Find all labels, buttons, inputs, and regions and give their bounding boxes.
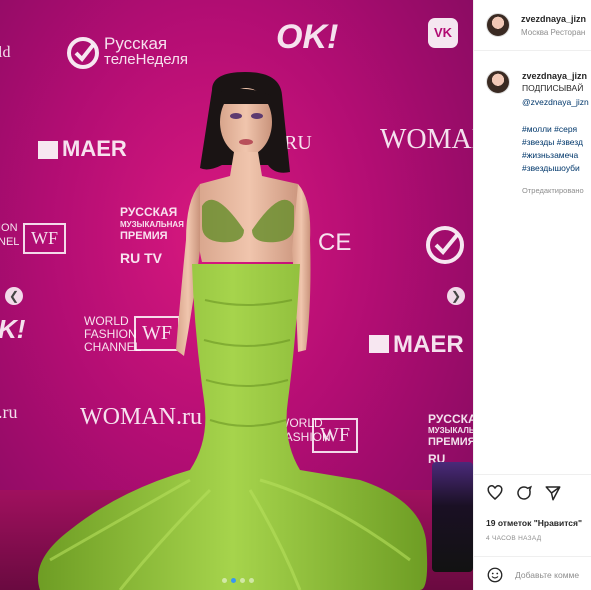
emoji-icon[interactable] bbox=[486, 566, 504, 584]
actions-divider bbox=[474, 474, 591, 475]
carousel-dot bbox=[222, 578, 227, 583]
comment-divider bbox=[474, 556, 591, 557]
prev-photo-button[interactable]: ❮ bbox=[5, 287, 23, 305]
comment-icon[interactable] bbox=[515, 484, 533, 502]
hashtag-line-4[interactable]: #звездышоуби bbox=[522, 163, 580, 173]
caption-text: ПОДПИСЫВАЙ bbox=[522, 83, 584, 93]
heart-icon[interactable] bbox=[486, 484, 504, 502]
header-location[interactable]: Москва Ресторан bbox=[521, 28, 585, 37]
post-side-panel: zvezdnaya_jizn Москва Ресторан zvezdnaya… bbox=[473, 0, 591, 590]
header-username[interactable]: zvezdnaya_jizn bbox=[521, 14, 586, 24]
chevron-right-icon: ❯ bbox=[450, 289, 462, 303]
hashtag-line-2[interactable]: #звезды #звезд bbox=[522, 137, 583, 147]
caption-username[interactable]: zvezdnaya_jizn bbox=[522, 71, 587, 81]
share-icon[interactable] bbox=[544, 484, 562, 502]
carousel-indicator bbox=[222, 578, 254, 583]
chevron-left-icon: ❮ bbox=[8, 289, 20, 303]
carousel-dot bbox=[240, 578, 245, 583]
caption-avatar[interactable] bbox=[486, 70, 510, 94]
carousel-dot bbox=[249, 578, 254, 583]
likes-count[interactable]: 19 отметок "Нравится" bbox=[486, 518, 582, 528]
post-header: zvezdnaya_jizn Москва Ресторан bbox=[474, 0, 591, 51]
post-photo: ld Русская телеНеделя OK! VK MAER RU WOM… bbox=[0, 0, 473, 590]
comment-input[interactable]: Добавьте комме bbox=[515, 570, 579, 580]
avatar[interactable] bbox=[486, 13, 510, 37]
post-timestamp[interactable]: 4 ЧАСОВ НАЗАД bbox=[486, 535, 541, 542]
instagram-post-view: ld Русская телеНеделя OK! VK MAER RU WOM… bbox=[0, 0, 591, 590]
hashtag-line-1[interactable]: #молли #серя bbox=[522, 124, 577, 134]
next-photo-button[interactable]: ❯ bbox=[447, 287, 465, 305]
hashtag-line-3[interactable]: #жизньзамеча bbox=[522, 150, 578, 160]
woman-figure bbox=[38, 72, 428, 590]
edited-label: Отредактировано bbox=[522, 186, 584, 195]
caption-mention[interactable]: @zvezdnaya_jizn bbox=[522, 96, 589, 109]
carousel-dot bbox=[231, 578, 236, 583]
